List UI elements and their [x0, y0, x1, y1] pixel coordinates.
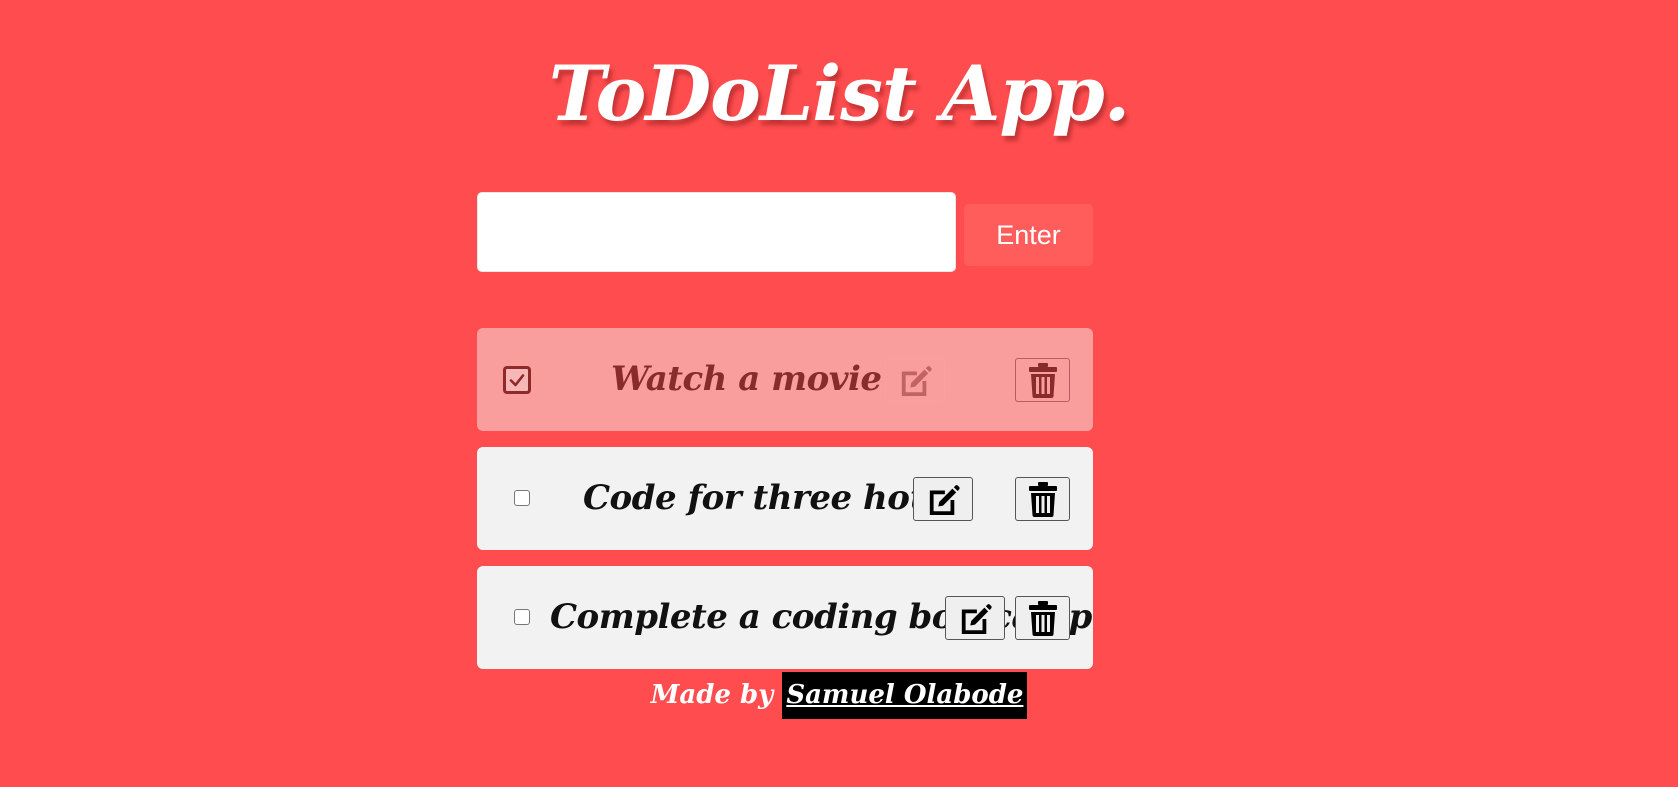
footer: Made by Samuel Olabode — [0, 672, 1678, 719]
edit-square-pen-icon — [929, 485, 960, 515]
footer-prefix: Made by — [650, 680, 774, 710]
delete-button[interactable] — [1015, 477, 1070, 521]
todo-text: Watch a movie — [611, 359, 882, 399]
enter-button[interactable]: Enter — [964, 204, 1093, 266]
trash-icon — [1028, 482, 1057, 517]
edit-square-pen-icon — [961, 604, 992, 634]
trash-icon — [1028, 601, 1057, 636]
todo-item: Code for three hours — [477, 447, 1093, 550]
app-title: ToDoList App. — [548, 49, 1131, 138]
edit-button[interactable] — [885, 358, 945, 402]
checkmark-icon — [509, 374, 525, 387]
todo-text: Complete a coding bootcamp — [550, 597, 1092, 637]
edit-button[interactable] — [913, 477, 973, 521]
todo-item: Watch a movie — [477, 328, 1093, 431]
todo-text: Code for three hours — [583, 478, 970, 518]
author-link[interactable]: Samuel Olabode — [782, 672, 1028, 719]
todo-checkbox[interactable] — [514, 490, 530, 506]
todo-item: Complete a coding bootcamp — [477, 566, 1093, 669]
delete-button[interactable] — [1015, 358, 1070, 402]
todo-checkbox[interactable] — [503, 366, 531, 394]
todo-checkbox[interactable] — [514, 609, 530, 625]
edit-square-pen-icon — [901, 366, 932, 396]
todo-input[interactable] — [477, 192, 956, 272]
todo-input-row: Enter — [477, 192, 1093, 273]
edit-button[interactable] — [945, 596, 1005, 640]
trash-icon — [1028, 363, 1057, 398]
delete-button[interactable] — [1015, 596, 1070, 640]
